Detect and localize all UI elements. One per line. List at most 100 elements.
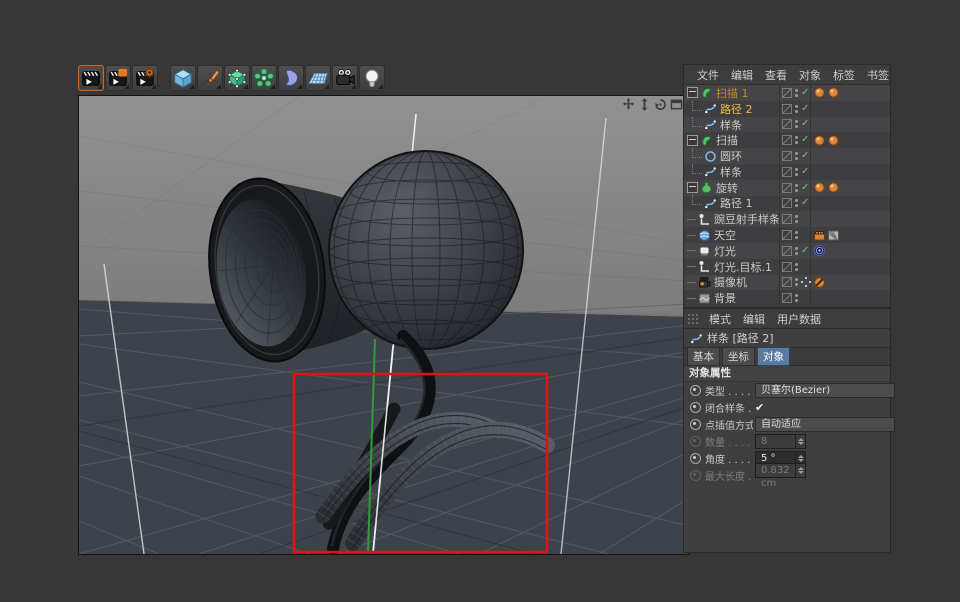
pan-icon[interactable] [622, 98, 635, 111]
toggle-view-icon[interactable] [670, 98, 683, 111]
render-view-button[interactable] [78, 64, 104, 91]
object-label[interactable]: 样条 [720, 164, 742, 180]
layer-square-toggle[interactable] [782, 198, 792, 209]
layer-square-toggle[interactable] [782, 293, 792, 304]
visibility-dots[interactable] [795, 183, 799, 192]
enable-check-icon[interactable]: ✓ [801, 119, 811, 129]
object-manager-menu-item[interactable]: 查看 [759, 67, 793, 83]
object-row[interactable]: 圆环 ✓ [684, 148, 890, 164]
object-manager-menu-item[interactable]: 编辑 [725, 67, 759, 83]
layer-square-toggle[interactable] [782, 277, 792, 288]
visibility-dots[interactable] [795, 152, 799, 161]
object-row[interactable]: 样条 ✓ [684, 163, 890, 180]
visibility-dots[interactable] [795, 294, 799, 303]
object-label[interactable]: 灯光 [714, 243, 736, 259]
checkbox-闭合样条[interactable]: ✔ [755, 401, 764, 414]
spinner-最大长度[interactable]: 0.832 cm [755, 462, 806, 489]
layer-square-toggle[interactable] [782, 182, 792, 193]
animation-dot-icon[interactable] [690, 436, 701, 447]
object-row[interactable]: 天空 [684, 227, 890, 243]
enable-check-icon[interactable]: ✓ [801, 87, 811, 98]
compositing-tag[interactable] [813, 229, 826, 242]
object-manager-menu-item[interactable]: 书签 [861, 67, 895, 83]
object-label[interactable]: 旋转 [716, 180, 738, 196]
attribute-manager-menu-item[interactable]: 用户数据 [771, 311, 827, 327]
visibility-dots[interactable] [795, 278, 799, 287]
dropdown-类型[interactable]: 贝塞尔(Bezier) [755, 383, 895, 398]
enable-check-icon[interactable]: ✓ [801, 151, 811, 161]
enable-check-icon[interactable]: ✓ [801, 166, 811, 177]
dropdown-点插值方式[interactable]: 自动适应 [755, 417, 895, 432]
object-row[interactable]: 样条 ✓ [684, 116, 890, 133]
sphere-tag[interactable] [827, 181, 840, 194]
sphere-tag[interactable] [827, 134, 840, 147]
tab-对象[interactable]: 对象 [757, 347, 790, 366]
object-label[interactable]: 天空 [714, 227, 736, 243]
object-row[interactable]: 扫描 1 ✓ [684, 85, 890, 101]
spline-pen-button[interactable] [197, 64, 223, 91]
dolly-icon[interactable] [638, 98, 651, 111]
spinner-数量[interactable]: 8 [755, 434, 806, 449]
add-cube-primitive-button[interactable] [170, 64, 196, 91]
object-label[interactable]: 路径 2 [720, 101, 753, 117]
render-to-picture-viewer-button[interactable] [105, 64, 131, 91]
animation-dot-icon[interactable] [690, 419, 701, 430]
subdivision-surface-button[interactable] [224, 64, 250, 91]
texture-tag[interactable] [827, 229, 840, 242]
enable-check-icon[interactable]: ✓ [801, 198, 811, 208]
object-row[interactable]: 旋转 ✓ [684, 179, 890, 196]
object-row[interactable]: 灯光 ✓ [684, 242, 890, 259]
object-manager-menu-item[interactable]: 对象 [793, 67, 827, 83]
enable-check-icon[interactable]: ✓ [801, 103, 811, 114]
visibility-dots[interactable] [795, 231, 799, 240]
layer-square-toggle[interactable] [782, 135, 792, 146]
tab-坐标[interactable]: 坐标 [722, 347, 755, 366]
layer-square-toggle[interactable] [782, 87, 792, 98]
object-label[interactable]: 灯光.目标.1 [714, 259, 772, 275]
layer-square-toggle[interactable] [782, 261, 792, 272]
object-row[interactable]: 路径 1 ✓ [684, 195, 890, 212]
object-row[interactable]: 摄像机 [684, 274, 890, 291]
sphere-tag[interactable] [827, 86, 840, 99]
object-row[interactable]: 豌豆射手样条线 [684, 211, 890, 228]
visibility-dots[interactable] [795, 167, 799, 176]
object-row[interactable]: 扫描 ✓ [684, 132, 890, 149]
target-tag[interactable] [813, 244, 826, 257]
expand-toggle[interactable] [687, 87, 698, 99]
visibility-dots[interactable] [795, 199, 799, 208]
generators-button[interactable] [251, 64, 277, 91]
object-label[interactable]: 豌豆射手样条线 [714, 211, 779, 227]
stepper-arrows[interactable] [795, 463, 805, 477]
layer-square-toggle[interactable] [782, 245, 792, 256]
object-row[interactable]: 背景 [684, 290, 890, 307]
enable-check-icon[interactable]: ✓ [801, 135, 811, 145]
visibility-dots[interactable] [795, 104, 799, 113]
object-label[interactable]: 圆环 [720, 148, 742, 164]
visibility-dots[interactable] [795, 88, 799, 97]
enable-check-icon[interactable]: ✓ [801, 182, 811, 193]
object-manager-menu-item[interactable]: 文件 [691, 67, 725, 83]
layer-square-toggle[interactable] [782, 214, 792, 225]
stepper-arrows[interactable] [795, 435, 805, 448]
enable-check-icon[interactable]: ✓ [801, 245, 811, 256]
object-row[interactable]: 灯光.目标.1 [684, 258, 890, 275]
environment-floor-button[interactable] [305, 64, 331, 91]
crosshair-icon[interactable] [801, 277, 811, 288]
animation-dot-icon[interactable] [690, 385, 701, 396]
object-manager-menu-item[interactable]: 标签 [827, 67, 861, 83]
deformers-button[interactable] [278, 64, 304, 91]
animation-dot-icon[interactable] [690, 402, 701, 413]
animation-dot-icon[interactable] [690, 470, 701, 481]
object-label[interactable]: 扫描 [716, 132, 738, 148]
sphere-tag[interactable] [813, 86, 826, 99]
layer-square-toggle[interactable] [782, 119, 792, 130]
perspective-viewport[interactable] [78, 95, 690, 555]
visibility-dots[interactable] [795, 262, 799, 271]
object-label[interactable]: 摄像机 [714, 274, 747, 290]
layer-square-toggle[interactable] [782, 151, 792, 162]
object-label[interactable]: 背景 [714, 290, 736, 306]
object-label[interactable]: 路径 1 [720, 195, 753, 211]
expand-toggle[interactable] [687, 182, 698, 194]
sphere-tag[interactable] [813, 134, 826, 147]
visibility-dots[interactable] [795, 120, 799, 129]
